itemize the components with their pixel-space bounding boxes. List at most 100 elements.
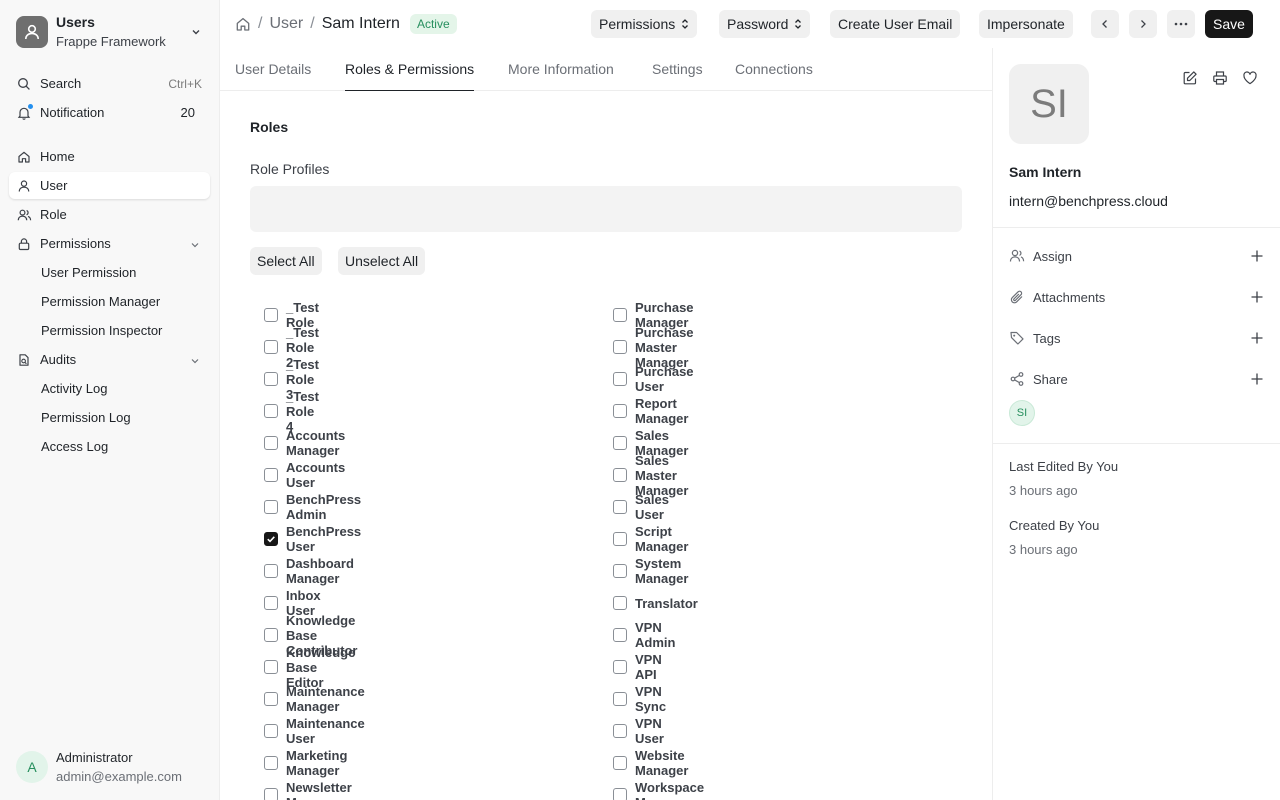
avatar[interactable]: SI <box>1009 64 1089 144</box>
sidebar-item-permission-manager[interactable]: Permission Manager <box>9 288 210 315</box>
role-checkbox[interactable] <box>264 756 278 770</box>
tab-roles-permissions[interactable]: Roles & Permissions <box>345 48 475 91</box>
role-checkbox[interactable] <box>613 564 627 578</box>
sidebar-search[interactable]: Search Ctrl+K <box>9 70 210 97</box>
role-checkbox-row[interactable]: Dashboard Manager <box>264 555 354 587</box>
current-user-menu[interactable]: A Administrator admin@example.com <box>16 748 182 786</box>
sidebar-notification[interactable]: Notification 20 <box>9 99 210 126</box>
home-icon[interactable] <box>235 16 251 32</box>
create-user-email-button[interactable]: Create User Email <box>830 10 961 38</box>
role-checkbox[interactable] <box>613 596 627 610</box>
role-checkbox-row[interactable]: VPN Admin <box>613 619 675 651</box>
role-checkbox-row[interactable]: Accounts User <box>264 459 345 491</box>
role-checkbox-row[interactable]: BenchPress User <box>264 523 361 555</box>
add-assign-icon[interactable] <box>1249 248 1265 264</box>
save-button[interactable]: Save <box>1205 10 1253 38</box>
shared-user-avatar[interactable]: SI <box>1009 400 1035 426</box>
role-checkbox[interactable] <box>264 564 278 578</box>
tags-action[interactable]: Tags <box>1009 326 1265 350</box>
role-checkbox-row[interactable]: System Manager <box>613 555 688 587</box>
add-share-icon[interactable] <box>1249 371 1265 387</box>
role-checkbox[interactable] <box>613 660 627 674</box>
role-checkbox[interactable] <box>264 532 278 546</box>
sidebar-item-access-log[interactable]: Access Log <box>9 433 210 460</box>
role-profiles-input[interactable] <box>250 186 962 232</box>
assign-action[interactable]: Assign <box>1009 244 1265 268</box>
role-checkbox[interactable] <box>264 436 278 450</box>
role-checkbox-row[interactable]: VPN User <box>613 715 664 747</box>
role-checkbox[interactable] <box>264 660 278 674</box>
workspace-switcher[interactable]: Users Frappe Framework <box>8 8 212 56</box>
next-record-button[interactable] <box>1129 10 1157 38</box>
role-checkbox-row[interactable]: Workspace Manager <box>613 779 704 800</box>
role-checkbox[interactable] <box>613 628 627 642</box>
role-checkbox-row[interactable]: VPN API <box>613 651 662 683</box>
role-checkbox-row[interactable]: Purchase Master Manager <box>613 325 694 370</box>
permissions-dropdown[interactable]: Permissions <box>591 10 698 38</box>
sidebar-item-role[interactable]: Role <box>9 201 210 228</box>
role-checkbox[interactable] <box>613 724 627 738</box>
role-checkbox[interactable] <box>264 692 278 706</box>
attachments-action[interactable]: Attachments <box>1009 285 1265 309</box>
tab-more-information[interactable]: More Information <box>508 48 614 91</box>
role-checkbox[interactable] <box>613 500 627 514</box>
role-checkbox-row[interactable]: Accounts Manager <box>264 427 345 459</box>
unselect-all-button[interactable]: Unselect All <box>338 247 426 275</box>
role-checkbox[interactable] <box>613 308 627 322</box>
role-checkbox-row[interactable]: Knowledge Base Editor <box>264 645 355 690</box>
role-checkbox-row[interactable]: Purchase User <box>613 363 694 395</box>
role-checkbox[interactable] <box>264 404 278 418</box>
role-checkbox-row[interactable]: VPN Sync <box>613 683 666 715</box>
tab-settings[interactable]: Settings <box>652 48 703 91</box>
share-action[interactable]: Share <box>1009 367 1265 391</box>
tab-user-details[interactable]: User Details <box>235 48 311 91</box>
sidebar-item-permission-log[interactable]: Permission Log <box>9 404 210 431</box>
role-checkbox-row[interactable]: Translator <box>613 587 698 619</box>
tab-connections[interactable]: Connections <box>735 48 813 91</box>
add-tag-icon[interactable] <box>1249 330 1265 346</box>
sidebar-item-home[interactable]: Home <box>9 143 210 170</box>
sidebar-item-activity-log[interactable]: Activity Log <box>9 375 210 402</box>
role-checkbox-row[interactable]: Sales Master Manager <box>613 453 688 498</box>
sidebar-item-permission-inspector[interactable]: Permission Inspector <box>9 317 210 344</box>
more-actions-button[interactable] <box>1167 10 1195 38</box>
role-checkbox[interactable] <box>264 308 278 322</box>
edit-icon[interactable] <box>1182 70 1198 86</box>
role-checkbox-row[interactable]: BenchPress Admin <box>264 491 361 523</box>
role-checkbox-row[interactable]: Report Manager <box>613 395 688 427</box>
role-checkbox[interactable] <box>613 532 627 546</box>
sidebar-item-user[interactable]: User <box>9 172 210 199</box>
previous-record-button[interactable] <box>1091 10 1119 38</box>
breadcrumb-user-link[interactable]: User <box>269 15 303 33</box>
heart-icon[interactable] <box>1242 70 1258 86</box>
role-checkbox-row[interactable]: Maintenance Manager <box>264 683 365 715</box>
role-checkbox-row[interactable]: Newsletter Manager <box>264 779 352 800</box>
role-checkbox[interactable] <box>613 436 627 450</box>
role-checkbox[interactable] <box>613 340 627 354</box>
role-checkbox-row[interactable]: Sales User <box>613 491 669 523</box>
password-dropdown[interactable]: Password <box>719 10 811 38</box>
impersonate-button[interactable]: Impersonate <box>979 10 1073 38</box>
role-checkbox-row[interactable]: Website Manager <box>613 747 688 779</box>
role-checkbox[interactable] <box>613 468 627 482</box>
role-checkbox[interactable] <box>613 788 627 800</box>
role-checkbox[interactable] <box>613 692 627 706</box>
role-checkbox[interactable] <box>264 372 278 386</box>
role-checkbox[interactable] <box>264 788 278 800</box>
role-checkbox[interactable] <box>264 500 278 514</box>
sidebar-item-audits[interactable]: Audits <box>9 346 210 373</box>
role-checkbox[interactable] <box>613 372 627 386</box>
sidebar-item-permissions[interactable]: Permissions <box>9 230 210 257</box>
role-checkbox[interactable] <box>264 628 278 642</box>
role-checkbox[interactable] <box>264 468 278 482</box>
role-checkbox-row[interactable]: Script Manager <box>613 523 688 555</box>
role-checkbox-row[interactable]: Maintenance User <box>264 715 365 747</box>
role-checkbox[interactable] <box>264 340 278 354</box>
role-checkbox[interactable] <box>613 756 627 770</box>
print-icon[interactable] <box>1212 70 1228 86</box>
role-checkbox[interactable] <box>264 724 278 738</box>
sidebar-item-user-permission[interactable]: User Permission <box>9 259 210 286</box>
role-checkbox[interactable] <box>613 404 627 418</box>
role-checkbox-row[interactable]: _Test Role 4 <box>264 389 319 434</box>
role-checkbox-row[interactable]: Marketing Manager <box>264 747 347 779</box>
